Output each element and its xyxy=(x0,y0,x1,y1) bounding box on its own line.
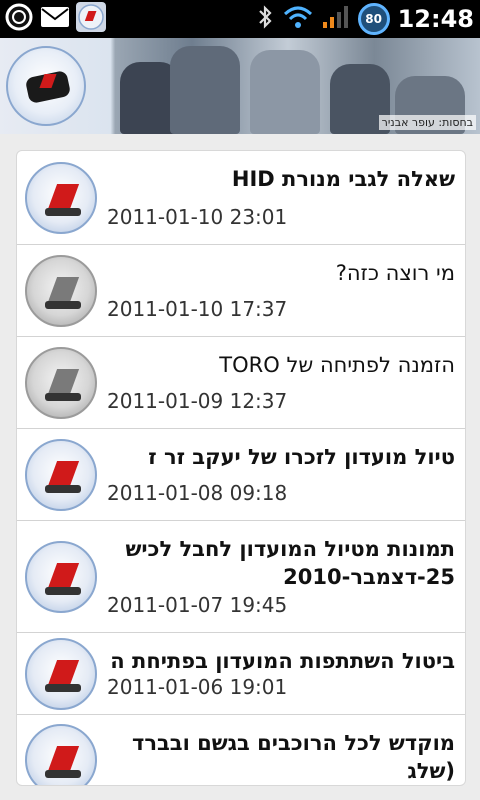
post-title: תמונות מטיול המועדון לחבל לכיש 25-דצמבר-… xyxy=(125,537,455,589)
post-thumbnail xyxy=(25,638,97,710)
post-thumbnail xyxy=(25,162,97,234)
post-date: 2011-01-07 19:45 xyxy=(107,593,288,617)
post-date: 2011-01-08 09:18 xyxy=(107,481,288,505)
post-thumbnail xyxy=(25,541,97,613)
post-title: ביטול השתתפות המועדון בפתיחת ה xyxy=(110,649,455,673)
post-title: הזמנה לפתיחה של TORO xyxy=(219,353,455,377)
list-item[interactable]: תמונות מטיול המועדון לחבל לכיש 25-דצמבר-… xyxy=(17,521,465,633)
post-title: שאלה לגבי מנורת HID xyxy=(231,167,455,191)
post-thumbnail xyxy=(25,439,97,511)
list-item[interactable]: מוקדש לכל הרוכבים בגשם ובברד (שלג xyxy=(17,715,465,785)
bluetooth-icon xyxy=(256,3,274,35)
list-item[interactable]: טיול מועדון לזכרו של יעקב זר ז 2011-01-08… xyxy=(17,429,465,521)
post-title: מוקדש לכל הרוכבים בגשם ובברד (שלג xyxy=(131,731,455,783)
battery-icon: 80 xyxy=(357,3,390,35)
wifi-icon xyxy=(282,4,314,34)
app-logo-icon xyxy=(76,2,106,32)
post-thumbnail xyxy=(25,255,97,327)
header-banner: בחסות: עופר אבניר xyxy=(0,38,480,134)
clock: 12:48 xyxy=(397,5,474,33)
list-item[interactable]: הזמנה לפתיחה של TORO 2011-01-09 12:37 xyxy=(17,337,465,429)
forum-post-list[interactable]: שאלה לגבי מנורת HID 2011-01-10 23:01 מי רו… xyxy=(16,150,466,786)
status-bar: 80 12:48 xyxy=(0,0,480,38)
post-thumbnail xyxy=(25,347,97,419)
post-title: טיול מועדון לזכרו של יעקב זר ז xyxy=(148,445,455,469)
post-thumbnail xyxy=(25,724,97,785)
list-item[interactable]: מי רוצה כזה? 2011-01-10 17:37 xyxy=(17,245,465,337)
post-date: 2011-01-10 23:01 xyxy=(107,205,288,229)
post-date: 2011-01-10 17:37 xyxy=(107,297,288,321)
club-logo xyxy=(6,46,86,126)
post-title: מי רוצה כזה? xyxy=(335,261,455,285)
list-item[interactable]: ביטול השתתפות המועדון בפתיחת ה 2011-01-06… xyxy=(17,633,465,715)
post-date: 2011-01-09 12:37 xyxy=(107,389,288,413)
signal-icon xyxy=(322,4,350,34)
circle-app-icon xyxy=(4,2,34,32)
sponsor-label: בחסות: עופר אבניר xyxy=(378,115,476,130)
post-date: 2011-01-06 19:01 xyxy=(107,675,288,699)
mail-icon xyxy=(40,2,70,32)
list-item[interactable]: שאלה לגבי מנורת HID 2011-01-10 23:01 xyxy=(17,151,465,245)
